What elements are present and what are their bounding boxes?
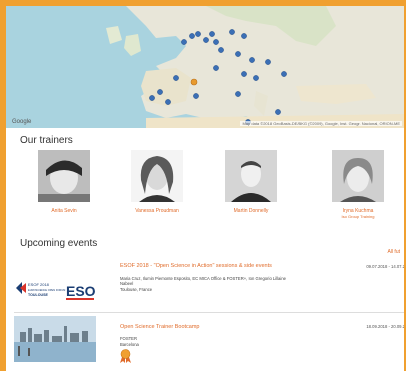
event-date: 09.07.2018 - 14.07.2 xyxy=(366,264,405,269)
avatar-image xyxy=(225,150,277,202)
avatar-image xyxy=(38,150,90,202)
esof-logo-text: ESOF 2018 xyxy=(28,282,50,287)
trainer-card[interactable]: Anita Sevin xyxy=(24,150,104,214)
events-map[interactable]: Google Map data ©2018 GeoBasis-DE/BKG (©… xyxy=(6,6,404,128)
event-row[interactable]: Open Science Trainer Bootcamp FOSTER Bar… xyxy=(14,314,405,371)
trainer-name[interactable]: Anita Sevin xyxy=(24,208,104,214)
event-separator xyxy=(14,312,404,313)
map-canvas xyxy=(106,6,404,128)
trainer-card[interactable]: Martin Donnelly xyxy=(211,150,291,214)
page-frame: Google Map data ©2018 GeoBasis-DE/BKG (©… xyxy=(0,0,406,371)
see-all-events-link[interactable]: All fut xyxy=(387,249,400,255)
avatar-image xyxy=(332,150,384,202)
event-location: Barcelona xyxy=(120,342,139,347)
trainer-photo[interactable] xyxy=(225,150,277,202)
trainers-title: Our trainers xyxy=(20,135,73,146)
event-logo[interactable]: ESOF 2018 EUROSCIENCE OPEN FORUM TOULOUS… xyxy=(14,268,96,308)
trainer-card[interactable]: Vanessa Proudman xyxy=(117,150,197,214)
svg-text:TOULOUSE: TOULOUSE xyxy=(28,293,49,297)
trainer-affiliation: Iso Group Training xyxy=(341,214,375,219)
event-title[interactable]: ESOF 2018 - "Open Science in Action" ses… xyxy=(120,263,272,269)
events-title: Upcoming events xyxy=(20,238,98,249)
event-date: 18.09.2018 - 20.09.2 xyxy=(366,324,405,329)
event-location: Toulouse, France xyxy=(120,287,153,292)
event-row[interactable]: ESOF 2018 EUROSCIENCE OPEN FORUM TOULOUS… xyxy=(14,256,405,314)
trainer-photo[interactable] xyxy=(332,150,384,202)
event-logo[interactable] xyxy=(14,316,96,362)
esof-logo-image: ESOF 2018 EUROSCIENCE OPEN FORUM TOULOUS… xyxy=(14,268,96,308)
google-logo: Google xyxy=(12,119,32,125)
trainer-card[interactable]: Iryna Kuchma Iso Group Training xyxy=(311,150,404,219)
event-people: FOSTER xyxy=(120,336,137,341)
trainer-photo[interactable] xyxy=(131,150,183,202)
trainer-name[interactable]: Martin Donnelly xyxy=(211,208,291,214)
trainer-name[interactable]: Vanessa Proudman xyxy=(117,208,197,214)
bootcamp-photo-image xyxy=(14,316,96,362)
award-badge-icon xyxy=(120,349,131,363)
avatar-image xyxy=(131,150,183,202)
event-title[interactable]: Open Science Trainer Bootcamp xyxy=(120,324,200,330)
esof-logo-sub: EUROSCIENCE OPEN FORUM xyxy=(28,288,65,292)
event-people: Maria Cruz, Ilumin Piemonte Esposito, EC… xyxy=(120,276,286,281)
esof-logo-big: ESO xyxy=(66,283,96,299)
trainer-photo[interactable] xyxy=(38,150,90,202)
event-people-cont: Nabeel xyxy=(120,281,134,286)
map-attribution[interactable]: Map data ©2018 GeoBasis-DE/BKG (©2009), … xyxy=(240,121,402,126)
